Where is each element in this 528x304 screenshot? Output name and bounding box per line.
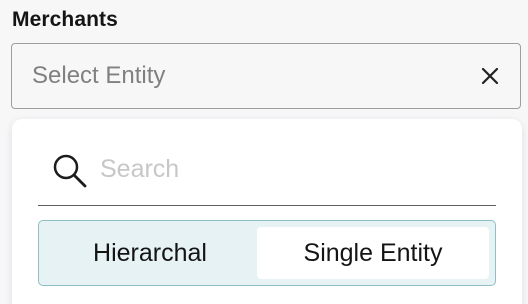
entity-select[interactable]: Select Entity <box>11 43 521 109</box>
search-row <box>38 137 496 206</box>
selection-mode-toggle: Hierarchal Single Entity <box>38 220 496 286</box>
clear-button[interactable] <box>478 64 502 88</box>
select-placeholder: Select Entity <box>32 62 166 89</box>
field-label: Merchants <box>12 8 118 31</box>
close-icon <box>481 67 499 85</box>
entity-dropdown: Hierarchal Single Entity <box>12 119 522 304</box>
toggle-single-entity[interactable]: Single Entity <box>257 227 489 279</box>
search-icon <box>53 154 87 188</box>
search-input[interactable] <box>100 149 480 189</box>
toggle-hierarchal[interactable]: Hierarchal <box>45 227 255 279</box>
merchants-select-widget: Merchants Select Entity Hierarchal Singl… <box>0 0 528 304</box>
